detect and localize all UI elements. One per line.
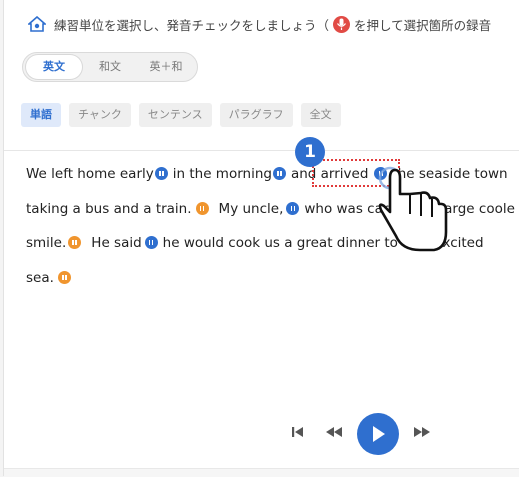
practice-panel: 練習単位を選択し、発音チェックをしましょう（ を押して選択箇所の録音 英文 和文… <box>3 0 519 477</box>
divider <box>4 150 519 151</box>
chunk-text[interactable]: My uncle, <box>219 201 284 217</box>
home-icon <box>28 16 46 32</box>
mic-icon <box>333 15 351 33</box>
chunk-text[interactable]: sea. <box>26 270 54 286</box>
pause-marker-icon[interactable] <box>57 271 71 284</box>
instruction-part1: 練習単位を選択し、発音チェックをしましょう（ <box>54 17 330 33</box>
chip-sentence[interactable]: センテンス <box>138 103 212 127</box>
chunk-text[interactable]: He said <box>91 235 141 251</box>
chunk-text[interactable]: We left home early <box>26 166 154 182</box>
instruction-part2: を押して選択箇所の録音 <box>354 17 492 33</box>
chunk-text[interactable]: he would cook us a great dinner to <box>163 235 398 251</box>
fast-forward-icon[interactable] <box>411 424 433 444</box>
pause-marker-icon[interactable] <box>272 167 286 180</box>
instruction-text: 練習単位を選択し、発音チェックをしましょう（ を押して選択箇所の録音 <box>28 13 491 35</box>
audio-player-controls <box>289 413 433 455</box>
pause-marker-icon[interactable] <box>144 236 158 249</box>
pause-marker-icon[interactable] <box>195 202 209 215</box>
chunk-text[interactable]: smile. <box>26 235 66 251</box>
chip-word[interactable]: 単語 <box>21 103 61 127</box>
chip-chunk[interactable]: チャンク <box>69 103 131 127</box>
toggle-english-japanese[interactable]: 英＋和 <box>138 55 194 79</box>
chunk-text[interactable]: in the morning <box>173 166 272 182</box>
rewind-icon[interactable] <box>323 424 345 444</box>
toggle-japanese[interactable]: 和文 <box>82 55 138 79</box>
chip-paragraph[interactable]: パラグラフ <box>219 103 293 127</box>
chip-full-text[interactable]: 全文 <box>300 103 341 127</box>
play-button[interactable] <box>357 413 399 455</box>
pause-marker-icon[interactable] <box>68 236 82 249</box>
passage-line-4: sea. <box>26 267 76 289</box>
toggle-english[interactable]: 英文 <box>26 55 82 79</box>
pointing-hand-icon <box>378 166 448 252</box>
practice-unit-chips: 単語 チャンク センテンス パラグラフ 全文 <box>21 103 341 127</box>
language-toggle: 英文 和文 英＋和 <box>22 52 198 82</box>
pause-marker-icon[interactable] <box>154 167 168 180</box>
chunk-text[interactable]: taking a bus and a train. <box>26 201 192 217</box>
skip-to-start-icon[interactable] <box>289 424 307 444</box>
pause-marker-icon[interactable] <box>286 202 300 215</box>
step-number-badge: 1 <box>295 137 325 167</box>
